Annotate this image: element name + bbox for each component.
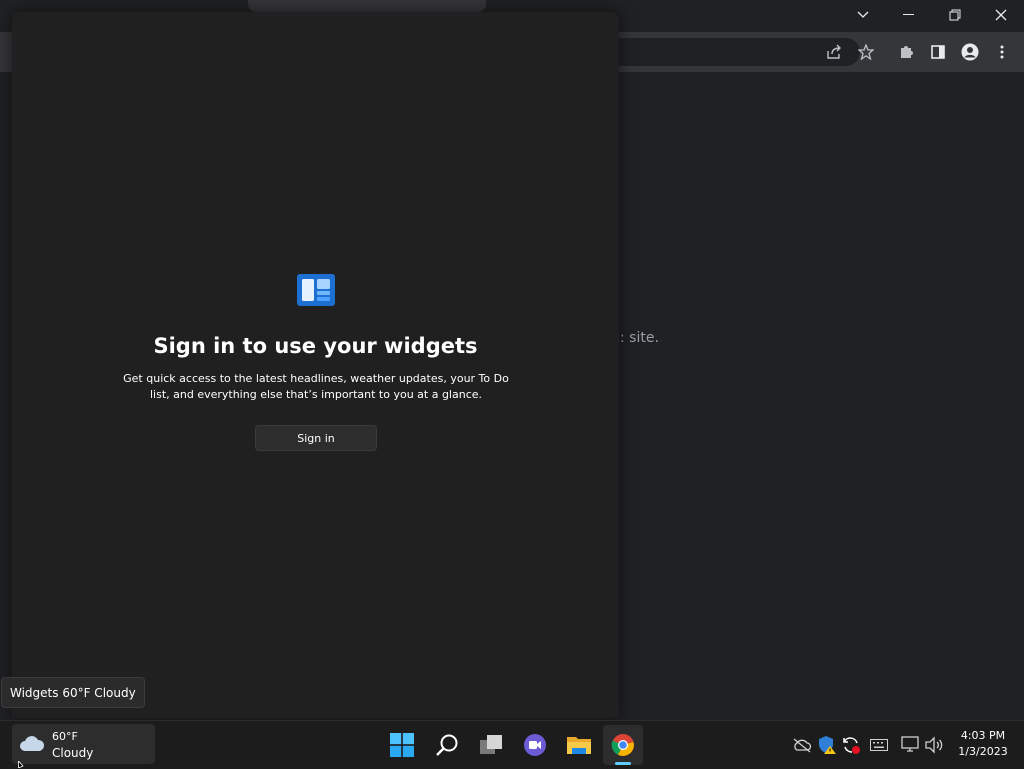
search-button[interactable] [427,725,467,765]
person-icon [961,43,979,61]
widgets-signin-title: Sign in to use your widgets [153,334,478,358]
shield-warning-icon [819,736,836,754]
cloud-icon [20,736,45,751]
chrome-taskbar-button[interactable] [603,725,643,765]
weather-temperature: 60°F [52,730,78,743]
cloud-off-icon [793,738,812,753]
network-tray-button[interactable] [900,735,920,755]
task-view-button[interactable] [471,725,511,765]
taskbar: 60°F Cloudy 4:03 PM 1/3/2023 [0,720,1024,769]
side-panel-icon [931,45,945,59]
windows-logo-icon [390,733,414,757]
widgets-panel: Sign in to use your widgets Get quick ac… [12,12,619,718]
task-view-icon [480,735,502,754]
start-button[interactable] [382,725,422,765]
share-button[interactable] [822,40,846,64]
widgets-tooltip: Widgets 60°F Cloudy [1,677,145,708]
profile-button[interactable] [958,40,982,64]
mouse-cursor-icon [18,761,24,768]
tab-search-button[interactable] [840,0,886,30]
network-icon [901,736,919,752]
security-tray-button[interactable] [817,735,837,755]
folder-icon [567,737,591,754]
menu-button[interactable] [990,40,1014,64]
share-icon [827,44,841,59]
chevron-down-icon [857,11,869,18]
minimize-icon [903,14,914,15]
clock-date: 1/3/2023 [958,745,1008,758]
volume-icon [925,736,943,754]
update-tray-button[interactable] [841,735,861,755]
chat-button[interactable] [515,725,555,765]
system-clock[interactable]: 4:03 PM 1/3/2023 [948,728,1018,760]
more-vert-icon [1000,45,1004,59]
widgets-logo-icon [297,274,335,306]
restore-icon [949,9,961,21]
active-app-indicator [615,762,631,765]
chat-icon [524,734,546,756]
keyboard-tray-button[interactable] [869,735,889,755]
minimize-button[interactable] [886,0,932,30]
weather-condition: Cloudy [52,746,94,760]
widgets-weather-button[interactable]: 60°F Cloudy [12,724,155,764]
bookmark-button[interactable] [854,40,878,64]
search-icon [436,734,458,756]
chrome-icon [611,734,634,756]
keyboard-icon [870,739,888,751]
widgets-signin-description: Get quick access to the latest headlines… [123,372,509,401]
volume-tray-button[interactable] [924,735,944,755]
side-panel-button[interactable] [926,40,950,64]
close-button[interactable] [978,0,1024,30]
onedrive-tray-button[interactable] [792,735,812,755]
puzzle-icon [901,46,913,58]
restore-button[interactable] [932,0,978,30]
update-icon [843,737,860,754]
star-icon [858,44,874,60]
extensions-button[interactable] [894,40,918,64]
browser-tab[interactable] [248,0,486,12]
clock-time: 4:03 PM [960,729,1006,742]
close-icon [995,9,1007,21]
file-explorer-button[interactable] [559,725,599,765]
page-content-text: : site. [620,330,659,346]
sign-in-button[interactable]: Sign in [255,425,377,451]
